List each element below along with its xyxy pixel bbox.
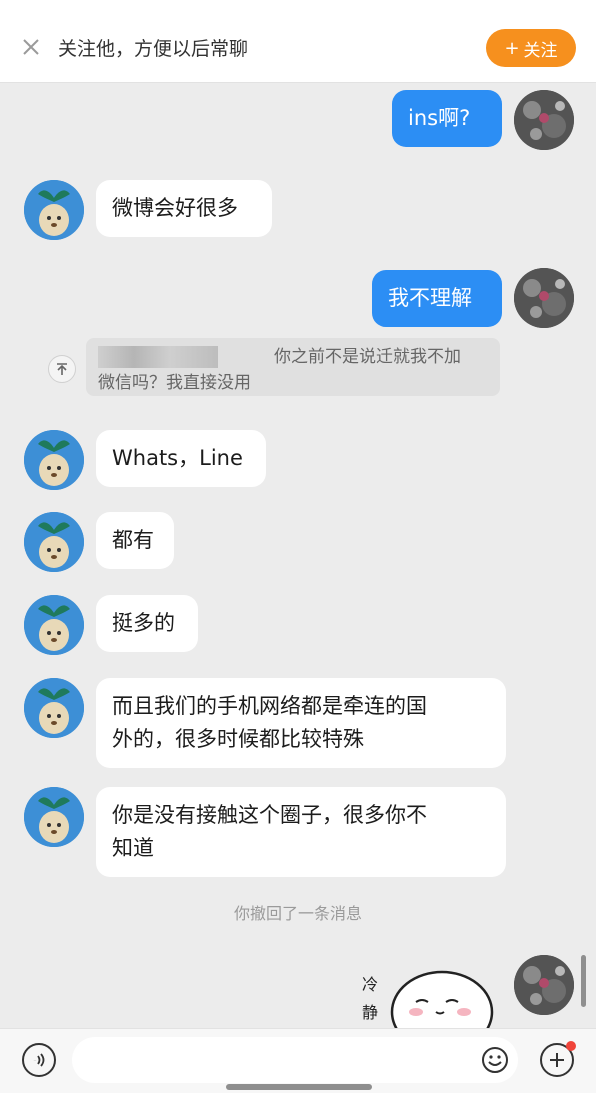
follow-button[interactable]: + 关注 xyxy=(486,29,576,67)
follow-button-label: 关注 xyxy=(523,40,558,61)
home-indicator xyxy=(226,1084,372,1090)
message-bubble-contact[interactable]: 微博会好很多 xyxy=(96,180,272,237)
contact-avatar[interactable] xyxy=(24,180,84,240)
message-bubble-contact[interactable]: 而且我们的手机网络都是牵连的国 外的，很多时候都比较特殊 xyxy=(96,678,506,768)
message-text: 微博会好很多 xyxy=(112,196,238,220)
scrollbar[interactable] xyxy=(581,955,586,1007)
message-text: ins啊? xyxy=(408,106,471,130)
quote-icon[interactable] xyxy=(48,355,76,383)
message-text-line1: 你是没有接触这个圈子，很多你不 xyxy=(112,803,427,827)
recall-notice: 你撤回了一条消息 xyxy=(233,904,362,923)
sticker-text-1: 冷 xyxy=(362,975,378,994)
plus-icon xyxy=(550,1053,564,1067)
message-text: 挺多的 xyxy=(112,611,175,635)
message-bubble-self[interactable]: ins啊? xyxy=(392,90,502,147)
more-options-button[interactable] xyxy=(540,1041,576,1077)
message-text-line1: 而且我们的手机网络都是牵连的国 xyxy=(112,694,427,718)
message-bubble-contact[interactable]: 挺多的 xyxy=(96,595,198,652)
notification-dot xyxy=(566,1041,576,1051)
message-bubble-self[interactable]: 我不理解 xyxy=(372,270,502,327)
contact-avatar[interactable] xyxy=(24,678,84,738)
message-text-line2: 知道 xyxy=(112,836,154,860)
message-text-line2: 外的，很多时候都比较特殊 xyxy=(112,727,364,751)
contact-avatar[interactable] xyxy=(24,595,84,655)
voice-icon xyxy=(33,1053,45,1067)
message-text: 我不理解 xyxy=(388,286,472,310)
message-bubble-contact[interactable]: 都有 xyxy=(96,512,174,569)
contact-avatar[interactable] xyxy=(24,512,84,572)
contact-avatar[interactable] xyxy=(24,430,84,490)
message-bubble-contact[interactable]: Whats，Line xyxy=(96,430,266,487)
quoted-text-line2: 微信吗？我直接没用 xyxy=(98,373,251,393)
emoji-icon[interactable] xyxy=(480,1045,510,1075)
self-avatar[interactable] xyxy=(514,955,574,1015)
message-text: 都有 xyxy=(112,528,154,552)
voice-button[interactable] xyxy=(22,1043,56,1077)
quoted-text-line1: 你之前不是说迁就我不加 xyxy=(274,347,461,367)
quoted-message[interactable]: 你之前不是说迁就我不加 微信吗？我直接没用 xyxy=(86,338,500,396)
self-avatar[interactable] xyxy=(514,90,574,150)
sticker-message[interactable]: 冷 静 xyxy=(360,966,496,1028)
message-text: Whats，Line xyxy=(112,446,243,470)
follow-tip-bar: 关注他，方便以后常聊 + 关注 xyxy=(0,0,596,83)
sticker-text-2: 静 xyxy=(362,1003,378,1022)
plus-icon: + xyxy=(504,37,520,59)
self-avatar[interactable] xyxy=(514,268,574,328)
blurred-name xyxy=(98,346,218,368)
close-icon[interactable] xyxy=(20,36,42,58)
message-bubble-contact[interactable]: 你是没有接触这个圈子，很多你不 知道 xyxy=(96,787,506,877)
contact-avatar[interactable] xyxy=(24,787,84,847)
message-input[interactable] xyxy=(72,1037,518,1083)
follow-tip-text: 关注他，方便以后常聊 xyxy=(58,38,249,60)
